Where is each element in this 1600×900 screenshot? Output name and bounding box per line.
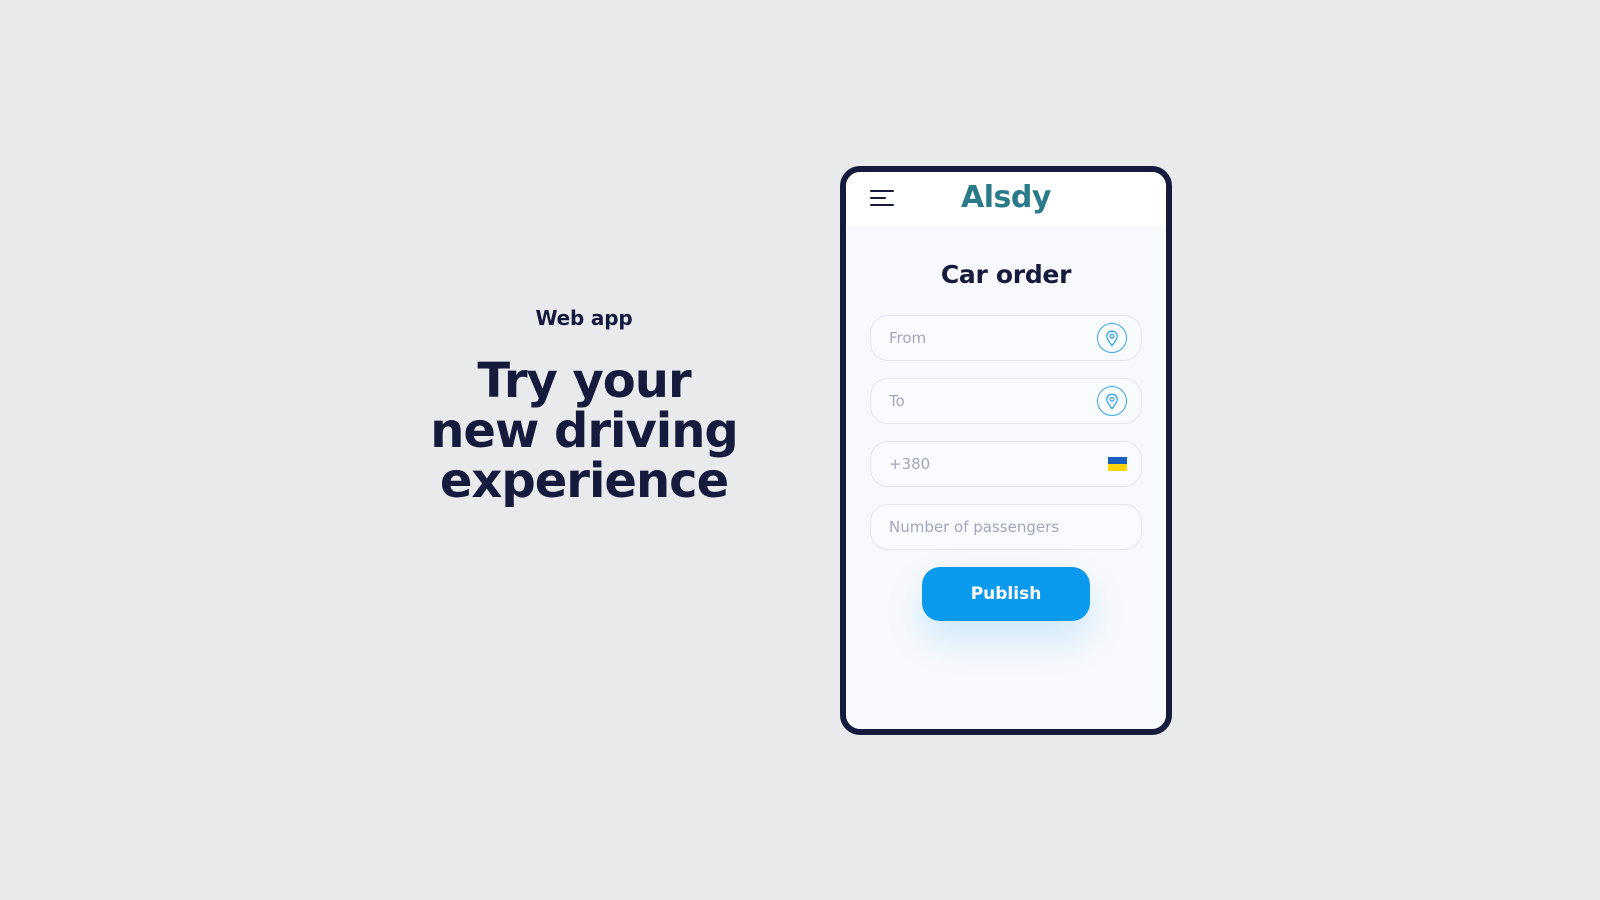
app-logo[interactable]: Alsdy — [846, 180, 1166, 215]
car-order-form: Car order Publish — [846, 226, 1166, 621]
hero-headline: Try your new driving experience — [384, 356, 784, 506]
location-pin-icon[interactable] — [1097, 323, 1127, 353]
publish-wrap: Publish — [870, 567, 1142, 621]
phone-mockup: Alsdy Car order Publish — [840, 166, 1172, 735]
from-input[interactable] — [889, 329, 1097, 347]
passengers-input[interactable] — [889, 518, 1127, 536]
to-input[interactable] — [889, 392, 1097, 410]
publish-button[interactable]: Publish — [922, 567, 1090, 621]
page-title: Car order — [940, 260, 1072, 289]
phone-field — [870, 441, 1142, 487]
hero-section: Web app Try your new driving experience — [384, 306, 784, 506]
headline-line-1: Try your — [477, 353, 691, 409]
to-field — [870, 378, 1142, 424]
hero-eyebrow: Web app — [535, 306, 633, 330]
headline-line-3: experience — [439, 453, 729, 509]
location-pin-icon[interactable] — [1097, 386, 1127, 416]
phone-input[interactable] — [889, 455, 1108, 473]
headline-line-2: new driving — [430, 403, 739, 459]
ukraine-flag-icon[interactable] — [1108, 457, 1127, 471]
from-field — [870, 315, 1142, 361]
app-header: Alsdy — [846, 172, 1166, 226]
passengers-field — [870, 504, 1142, 550]
